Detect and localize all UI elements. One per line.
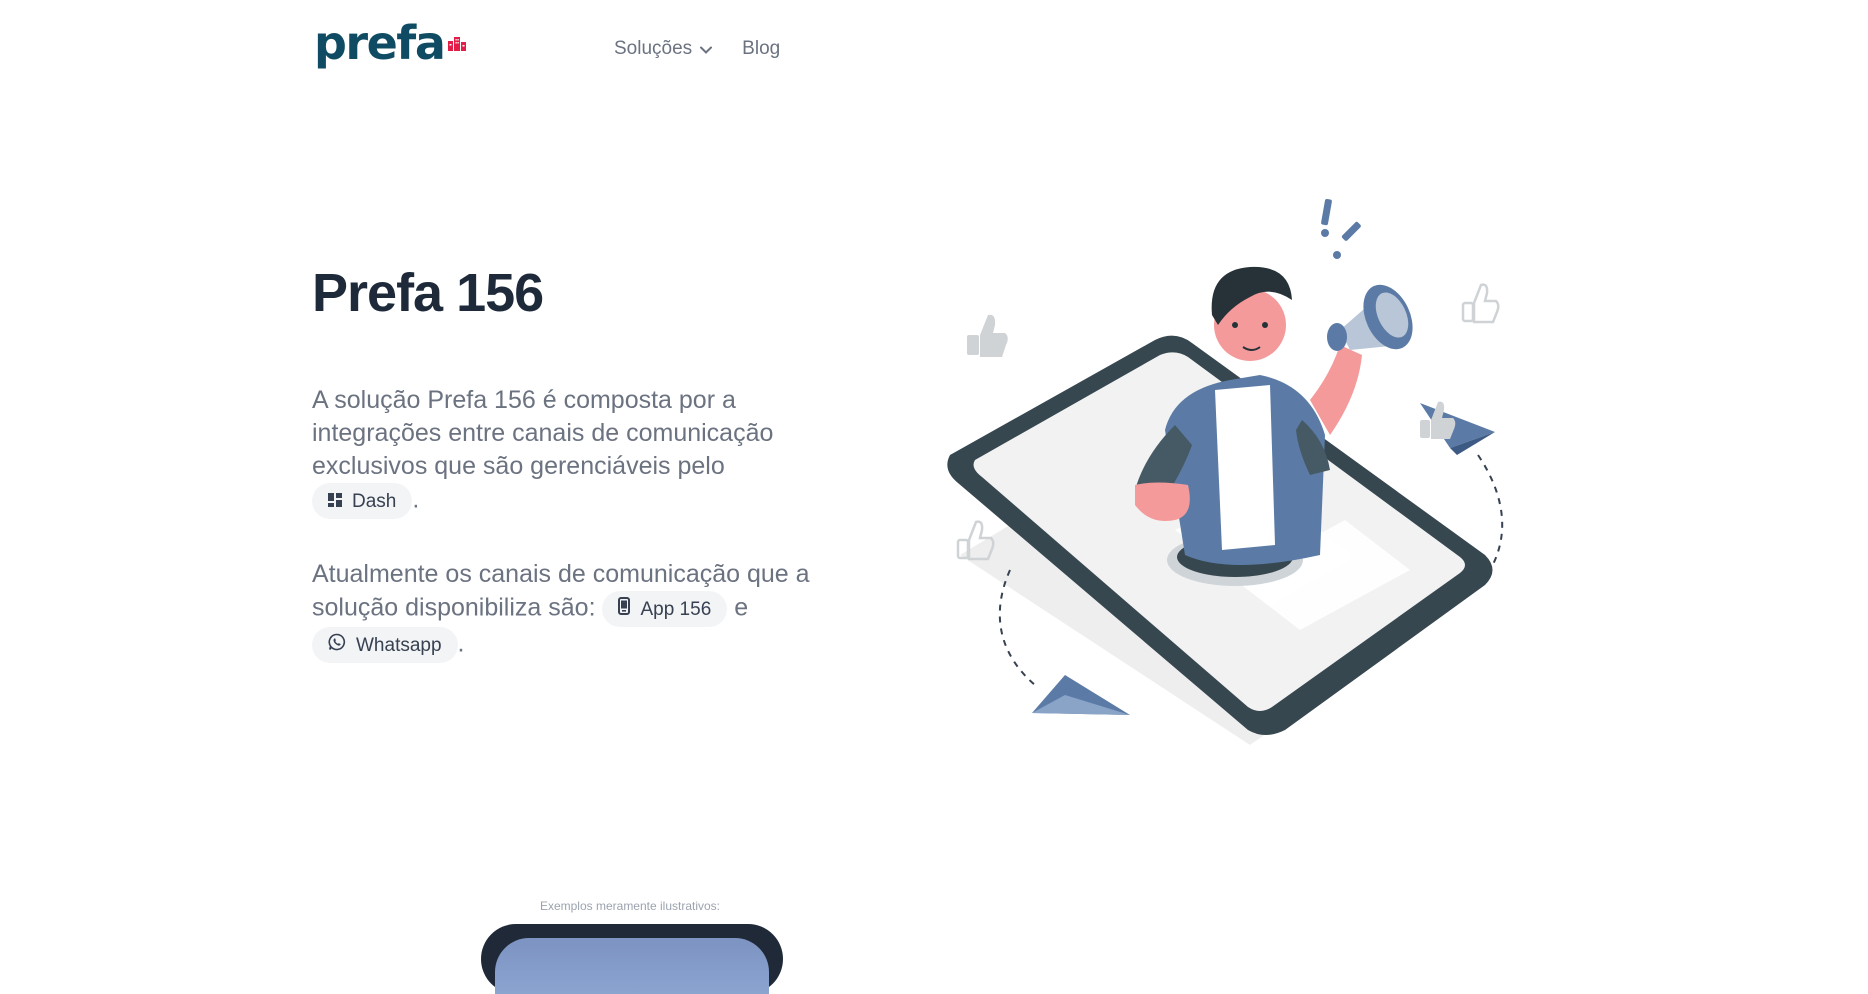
- examples-note: Exemplos meramente ilustrativos:: [539, 899, 721, 913]
- dash-chip-label: Dash: [352, 490, 397, 512]
- phone-preview: [481, 924, 783, 994]
- dashboard-icon: [328, 485, 342, 518]
- nav-solucoes-dropdown[interactable]: Soluções: [614, 38, 713, 60]
- logo-wordmark: prefa: [314, 16, 446, 70]
- main-nav: Soluções Blog: [614, 38, 780, 60]
- site-header: prefa Soluções Blog: [0, 0, 1868, 100]
- nav-blog-label: Blog: [742, 38, 781, 59]
- whatsapp-chip[interactable]: Whatsapp: [312, 627, 458, 663]
- building-icon: [448, 37, 467, 56]
- app156-chip-label: App 156: [640, 598, 712, 620]
- hero-illustration: [930, 185, 1530, 765]
- nav-solucoes-label: Soluções: [614, 38, 693, 59]
- thumbs-up-icon-2: [1461, 283, 1500, 324]
- intro-text: A solução Prefa 156 é composta por a int…: [312, 386, 774, 480]
- chevron-down-icon: [700, 38, 713, 60]
- intro-paragraph: A solução Prefa 156 é composta por a int…: [312, 384, 812, 519]
- exclamation-mark-1: [1321, 198, 1332, 226]
- person-shirt: [1215, 385, 1275, 550]
- nav-blog-link[interactable]: Blog: [742, 38, 780, 60]
- intro-end: .: [412, 485, 420, 514]
- phone-icon: [618, 593, 631, 626]
- phone-preview-screen: [495, 938, 769, 994]
- thumbs-up-icon-1: [967, 314, 1008, 357]
- dash-chip[interactable]: Dash: [312, 483, 413, 519]
- channels-connector: e: [734, 593, 749, 622]
- whatsapp-chip-label: Whatsapp: [356, 634, 442, 656]
- exclamation-mark-2: [1341, 221, 1361, 241]
- megaphone: [1327, 284, 1413, 351]
- whatsapp-icon: [328, 629, 346, 662]
- channels-paragraph: Atualmente os canais de comunicação que …: [312, 558, 812, 663]
- channels-end: .: [457, 629, 465, 658]
- page-title: Prefa 156: [312, 263, 544, 323]
- app156-chip[interactable]: App 156: [602, 591, 728, 627]
- brand-logo[interactable]: prefa: [314, 16, 467, 70]
